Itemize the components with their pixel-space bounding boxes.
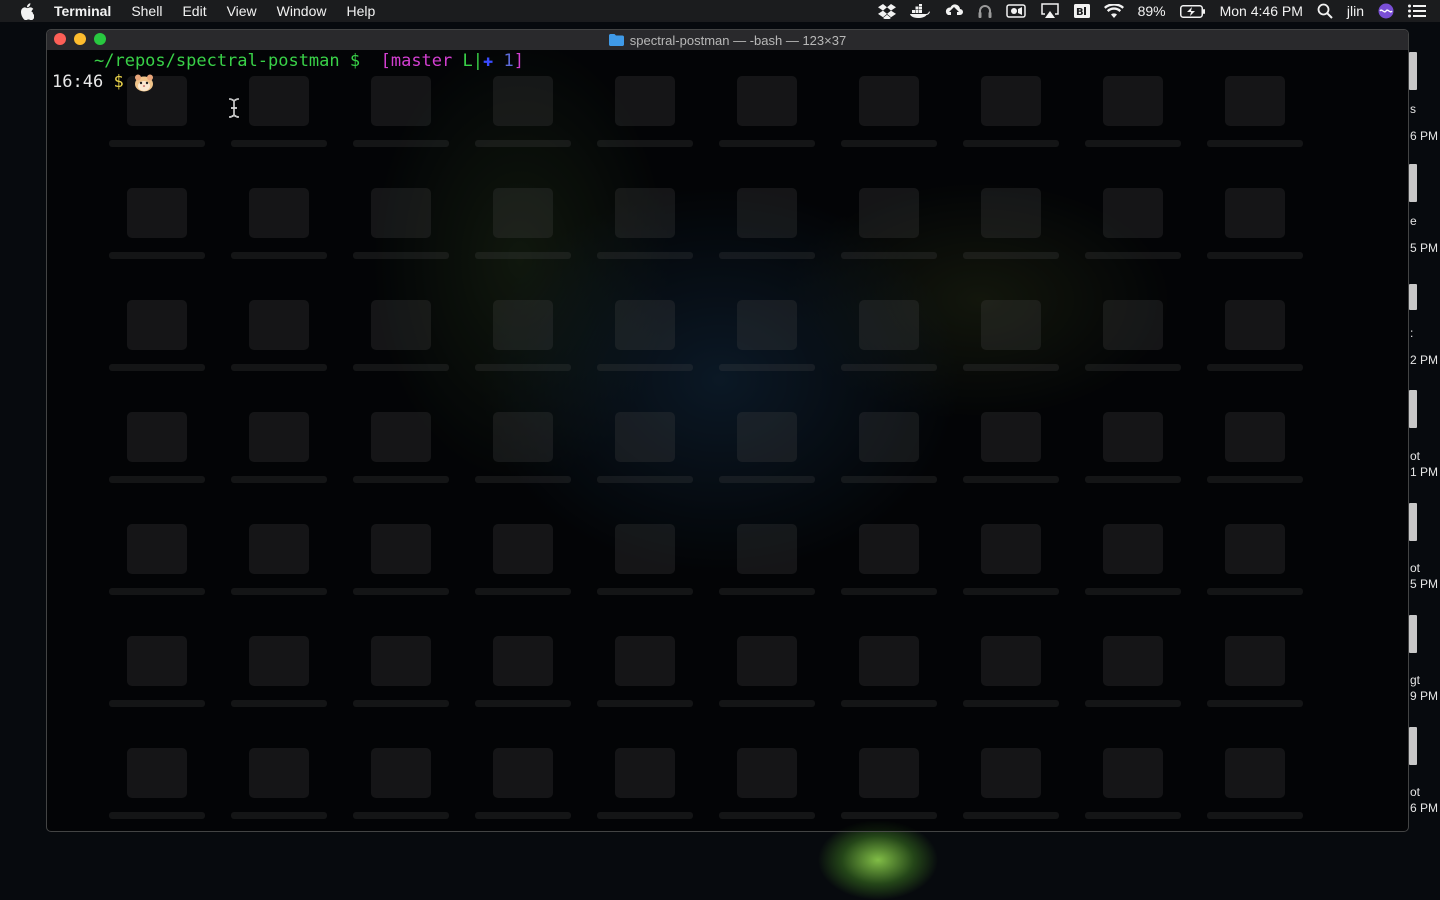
prompt-line-1: ~/repos/spectral-postman $ [ master L| ✚… (52, 51, 1408, 91)
desktop-file-thumbnail[interactable] (1409, 284, 1417, 310)
desktop-file-thumbnail[interactable] (1409, 615, 1417, 653)
folder-icon (608, 34, 624, 46)
desktop-file-thumbnail[interactable] (1409, 52, 1417, 90)
desktop-file-thumbnail[interactable] (1409, 164, 1417, 202)
cloud-upload-icon[interactable] (944, 3, 964, 19)
status-area: B 89% Mon 4:46 PM jlin (877, 0, 1440, 22)
menu-edit[interactable]: Edit (182, 3, 206, 19)
screen-record-icon[interactable] (1005, 4, 1026, 18)
clock[interactable]: Mon 4:46 PM (1220, 3, 1303, 19)
desktop-file-thumbnail[interactable] (1409, 727, 1417, 765)
zoom-button[interactable] (94, 33, 106, 45)
git-staged-count: 1 (493, 51, 514, 71)
window-title: spectral-postman — -bash — 123×37 (629, 32, 847, 48)
notification-center-icon[interactable] (1408, 4, 1426, 18)
airplay-icon[interactable] (1040, 3, 1060, 19)
desktop-file-label: s (1410, 102, 1416, 116)
desktop-file-time: 9 PM (1410, 689, 1439, 703)
desktop-file-time: 2 PM (1410, 353, 1439, 367)
desktop-file-time: 5 PM (1410, 241, 1439, 255)
prompt-time: 16:46 (52, 72, 104, 92)
prompt-path: ~/repos/spectral-postman $ (94, 51, 361, 71)
git-bracket-open: [ (380, 51, 391, 71)
ibeam-cursor-icon (225, 98, 243, 124)
terminal-content[interactable]: ~/repos/spectral-postman $ [ master L| ✚… (52, 51, 1408, 831)
menu-app-name[interactable]: Terminal (54, 3, 111, 19)
desktop-file-label: ot (1410, 449, 1421, 463)
desktop-file-label: : (1410, 326, 1414, 340)
battery-percent[interactable]: 89% (1138, 3, 1166, 19)
desktop-file-time: 5 PM (1410, 577, 1439, 591)
battery-icon[interactable] (1179, 4, 1206, 18)
close-button[interactable] (54, 33, 66, 45)
input-source-icon[interactable]: B (1073, 4, 1090, 18)
desktop-file-thumbnail[interactable] (1409, 503, 1417, 541)
prompt-line-2: 16:46 $ (52, 72, 1408, 93)
menu-window[interactable]: Window (277, 3, 327, 19)
git-status-separator: L| (452, 51, 483, 71)
prompt-spacer (103, 72, 113, 93)
window-titlebar[interactable]: spectral-postman — -bash — 123×37 (47, 30, 1408, 50)
window-controls (54, 33, 114, 45)
prompt-spacer (360, 51, 380, 72)
apple-menu-icon[interactable] (20, 2, 36, 20)
hamster-emoji-icon (52, 53, 153, 91)
desktop-file-label: e (1410, 214, 1417, 228)
desktop-file-time: 1 PM (1410, 465, 1439, 479)
menu-shell[interactable]: Shell (131, 3, 162, 19)
menu-view[interactable]: View (227, 3, 257, 19)
headphones-icon[interactable] (978, 3, 992, 19)
svg-text:B: B (1076, 7, 1084, 18)
git-staged-icon: ✚ (482, 51, 494, 71)
minimize-button[interactable] (74, 33, 86, 45)
dropbox-icon[interactable] (877, 3, 896, 19)
menu-help[interactable]: Help (346, 3, 375, 19)
wifi-icon[interactable] (1103, 4, 1124, 18)
user-name[interactable]: jlin (1347, 3, 1364, 19)
desktop-file-label: ot (1410, 561, 1421, 575)
desktop-file-time: 6 PM (1410, 801, 1439, 815)
prompt-dollar: $ (113, 72, 124, 92)
desktop-file-time: 6 PM (1410, 129, 1439, 143)
docker-icon[interactable] (909, 4, 930, 18)
git-bracket-close: ] (513, 51, 524, 71)
siri-icon[interactable] (1378, 3, 1394, 19)
terminal-window[interactable]: spectral-postman — -bash — 123×37 ~/repo… (46, 29, 1409, 832)
menu-bar: Terminal Shell Edit View Window Help B 8… (0, 0, 1440, 22)
spotlight-icon[interactable] (1317, 3, 1333, 19)
desktop-file-label: gt (1410, 673, 1421, 687)
desktop-file-thumbnail[interactable] (1409, 390, 1417, 428)
desktop-file-label: ot (1410, 785, 1421, 799)
git-branch: master (390, 51, 453, 71)
